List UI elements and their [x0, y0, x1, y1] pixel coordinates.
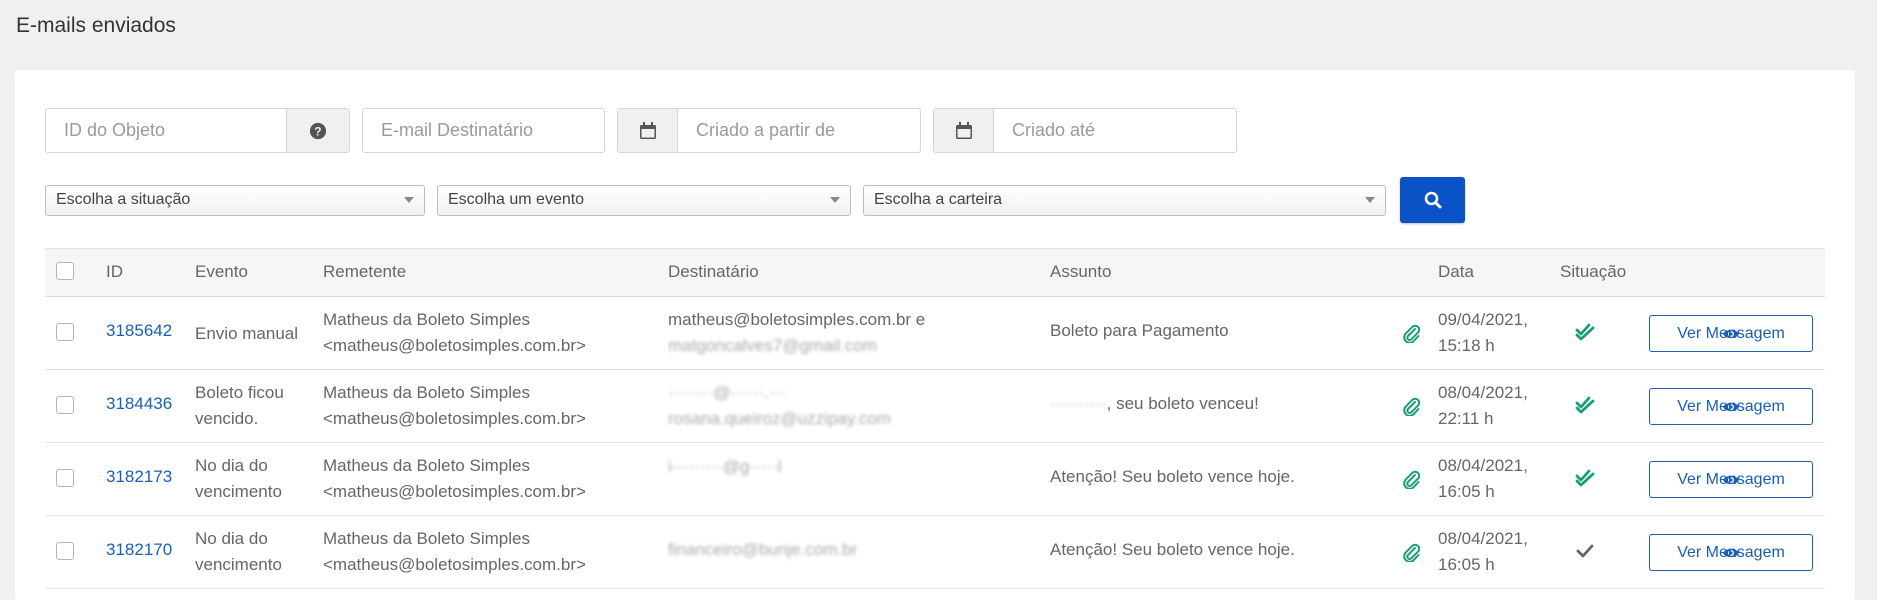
search-icon [1424, 191, 1441, 209]
header-recipient[interactable]: Destinatário [668, 262, 759, 282]
status-select[interactable]: Escolha a situação [45, 184, 425, 216]
email-id-link[interactable]: 3184436 [106, 394, 172, 414]
header-event[interactable]: Evento [195, 262, 248, 282]
email-id-link[interactable]: 3185642 [106, 321, 172, 341]
created-until-field[interactable]: Criado até [933, 108, 1237, 153]
select-row: Escolha a situação Escolha um evento Esc… [45, 177, 1465, 223]
calendar-addon [618, 109, 678, 152]
calendar-addon [934, 109, 994, 152]
event-cell: Envio manual [195, 324, 299, 343]
object-id-input[interactable]: ID do Objeto [46, 120, 286, 141]
recipient-cell: ········@······.··· rosana.queiroz@uzzip… [668, 383, 891, 428]
event-select-value: Escolha um evento [448, 191, 585, 208]
header-sender[interactable]: Remetente [323, 262, 406, 282]
event-select[interactable]: Escolha um evento [437, 184, 851, 216]
recipient-cell: financeiro@bunje.com.br [668, 540, 858, 559]
recipient-cell: matheus@boletosimples.com.br e matgoncal… [668, 310, 926, 355]
paperclip-icon [1403, 470, 1420, 489]
subject-cell: ··········, seu boleto venceu! [1050, 394, 1259, 413]
row-checkbox[interactable] [56, 542, 74, 560]
row-checkbox[interactable] [56, 323, 74, 341]
select-all-checkbox[interactable] [56, 262, 74, 280]
table-header: ID Evento Remetente Destinatário Assunto… [45, 248, 1825, 297]
table-row: 3185642 Envio manual Matheus da Boleto S… [45, 297, 1825, 370]
chevron-down-icon [404, 197, 414, 203]
emails-card: ID do Objeto ? E-mail Destinatário Criad… [15, 70, 1855, 600]
double-check-icon [1575, 323, 1595, 341]
header-subject[interactable]: Assunto [1050, 262, 1111, 282]
table-row: 3182170 No dia do vencimento Matheus da … [45, 516, 1825, 589]
subject-cell: Atenção! Seu boleto vence hoje. [1050, 467, 1295, 486]
date-cell: 08/04/2021, 16:05 h [1438, 456, 1528, 501]
created-from-field[interactable]: Criado a partir de [617, 108, 921, 153]
double-check-icon [1575, 396, 1595, 414]
emails-table: ID Evento Remetente Destinatário Assunto… [45, 248, 1825, 589]
date-cell: 08/04/2021, 16:05 h [1438, 529, 1528, 574]
page-title: E-mails enviados [16, 14, 176, 37]
sender-cell: Matheus da Boleto Simples <matheus@bolet… [323, 456, 586, 501]
sender-cell: Matheus da Boleto Simples <matheus@bolet… [323, 529, 586, 574]
recipient-email-input[interactable]: E-mail Destinatário [363, 120, 533, 141]
calendar-icon [639, 122, 656, 139]
svg-text:?: ? [314, 125, 321, 138]
help-addon[interactable]: ? [286, 109, 349, 152]
paperclip-icon [1403, 397, 1420, 416]
header-id[interactable]: ID [106, 262, 123, 282]
wallet-select[interactable]: Escolha a carteira [863, 184, 1386, 216]
created-until-input[interactable]: Criado até [994, 120, 1095, 141]
object-id-field[interactable]: ID do Objeto ? [45, 108, 350, 153]
view-message-label: Ver Mensagem [1677, 324, 1785, 342]
view-message-button[interactable]: Ver Mensagem [1649, 315, 1813, 352]
event-cell: Boleto ficou vencido. [195, 383, 284, 428]
check-icon [1576, 544, 1594, 558]
event-cell: No dia do vencimento [195, 456, 282, 501]
chevron-down-icon [1365, 197, 1375, 203]
sender-cell: Matheus da Boleto Simples <matheus@bolet… [323, 310, 586, 355]
date-cell: 09/04/2021, 15:18 h [1438, 310, 1528, 355]
view-message-label: Ver Mensagem [1677, 543, 1785, 561]
chevron-down-icon [830, 197, 840, 203]
recipient-email-field[interactable]: E-mail Destinatário [362, 108, 605, 153]
paperclip-icon [1403, 543, 1420, 562]
date-cell: 08/04/2021, 22:11 h [1438, 383, 1528, 428]
paperclip-icon [1403, 324, 1420, 343]
view-message-button[interactable]: Ver Mensagem [1649, 461, 1813, 498]
email-id-link[interactable]: 3182170 [106, 540, 172, 560]
event-cell: No dia do vencimento [195, 529, 282, 574]
created-from-input[interactable]: Criado a partir de [678, 120, 835, 141]
header-date[interactable]: Data [1438, 262, 1474, 282]
table-row: 3182173 No dia do vencimento Matheus da … [45, 443, 1825, 516]
sender-cell: Matheus da Boleto Simples <matheus@bolet… [323, 383, 586, 428]
filters-row: ID do Objeto ? E-mail Destinatário Criad… [45, 108, 1237, 155]
view-message-label: Ver Mensagem [1677, 470, 1785, 488]
subject-cell: Boleto para Pagamento [1050, 321, 1229, 340]
subject-cell: Atenção! Seu boleto vence hoje. [1050, 540, 1295, 559]
row-checkbox[interactable] [56, 396, 74, 414]
wallet-select-value: Escolha a carteira [874, 191, 1003, 208]
header-status[interactable]: Situação [1560, 262, 1626, 282]
double-check-icon [1575, 469, 1595, 487]
view-message-button[interactable]: Ver Mensagem [1649, 388, 1813, 425]
search-button[interactable] [1400, 177, 1465, 223]
status-select-value: Escolha a situação [56, 191, 191, 208]
calendar-icon [955, 122, 972, 139]
recipient-cell: i·········@g·····l [668, 457, 782, 476]
table-row: 3184436 Boleto ficou vencido. Matheus da… [45, 370, 1825, 443]
view-message-label: Ver Mensagem [1677, 397, 1785, 415]
view-message-button[interactable]: Ver Mensagem [1649, 534, 1813, 571]
email-id-link[interactable]: 3182173 [106, 467, 172, 487]
row-checkbox[interactable] [56, 469, 74, 487]
question-circle-icon[interactable]: ? [309, 122, 327, 140]
